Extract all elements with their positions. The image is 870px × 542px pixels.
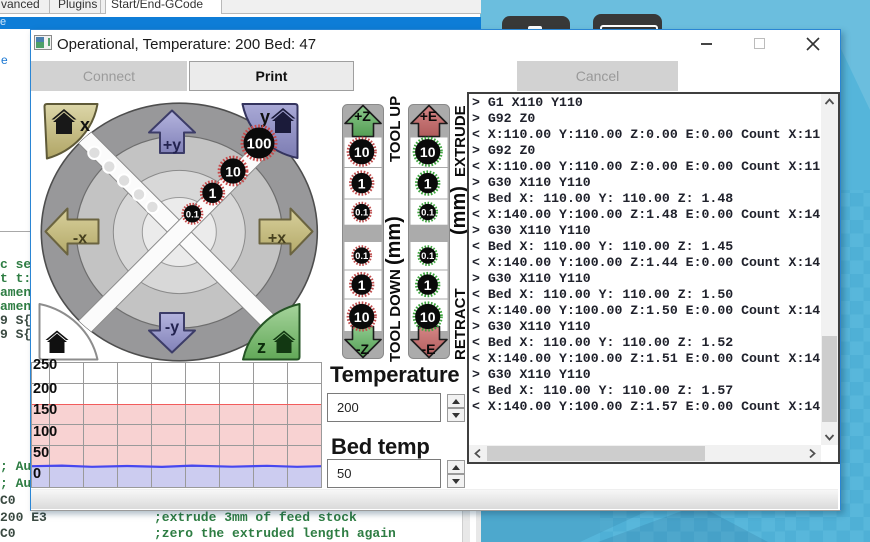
svg-text:100: 100 — [246, 136, 271, 153]
svg-text:-Z: -Z — [356, 341, 370, 357]
svg-text:10: 10 — [225, 164, 241, 180]
svg-text:TOOL DOWN (mm): TOOL DOWN (mm) — [383, 216, 405, 362]
svg-text:1: 1 — [358, 175, 366, 191]
svg-text:0.1: 0.1 — [355, 208, 369, 219]
svg-text:10: 10 — [420, 144, 436, 160]
svg-text:+y: +y — [163, 137, 181, 154]
svg-text:10: 10 — [354, 144, 370, 160]
svg-text:1: 1 — [424, 175, 432, 191]
svg-text:EXTRUDE: EXTRUDE — [452, 105, 467, 177]
svg-text:y: y — [260, 107, 270, 127]
svg-text:0.1: 0.1 — [355, 251, 369, 262]
svg-text:+Z: +Z — [354, 108, 371, 124]
svg-text:x: x — [80, 115, 90, 135]
svg-text:0.1: 0.1 — [421, 208, 435, 219]
svg-text:TOOL UP: TOOL UP — [387, 96, 404, 162]
svg-text:-y: -y — [165, 319, 179, 336]
svg-text:0.1: 0.1 — [186, 210, 200, 221]
svg-text:RETRACT: RETRACT — [452, 288, 467, 360]
svg-text:z: z — [257, 337, 266, 357]
svg-text:(mm): (mm) — [448, 186, 467, 235]
svg-text:10: 10 — [354, 309, 370, 325]
svg-text:-x: -x — [73, 230, 87, 247]
svg-text:+E: +E — [420, 108, 438, 124]
svg-text:1: 1 — [209, 185, 217, 201]
svg-text:-E: -E — [422, 341, 436, 357]
svg-text:10: 10 — [420, 309, 436, 325]
svg-text:0.1: 0.1 — [421, 251, 435, 262]
svg-text:1: 1 — [358, 277, 366, 293]
svg-text:1: 1 — [424, 277, 432, 293]
svg-text:+x: +x — [268, 230, 286, 247]
